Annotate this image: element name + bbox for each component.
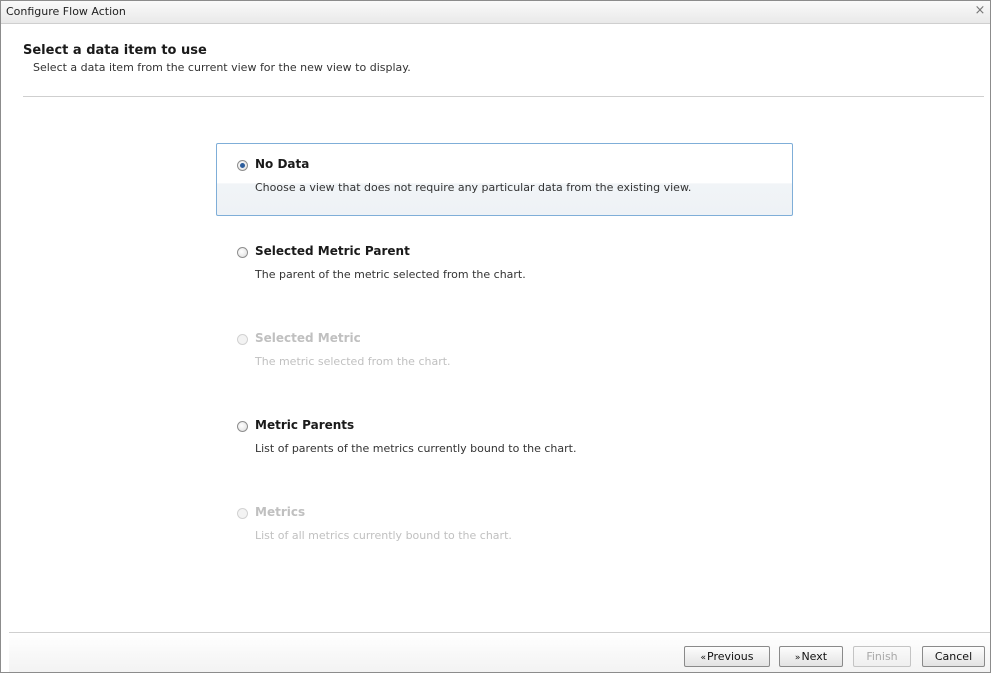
next-arrow-icon: » <box>794 653 801 663</box>
next-button-label: Next <box>801 650 828 663</box>
option-description: List of parents of the metrics currently… <box>255 442 577 455</box>
button-bar: «Previous »Next Finish Cancel <box>9 632 990 672</box>
option-label: Metrics <box>255 505 306 519</box>
close-icon[interactable]: × <box>972 3 988 19</box>
previous-button[interactable]: «Previous <box>684 646 770 667</box>
next-button[interactable]: »Next <box>779 646 843 667</box>
data-item-options: No Data Choose a view that does not requ… <box>216 143 793 578</box>
option-metric-parents[interactable]: Metric Parents List of parents of the me… <box>216 404 793 477</box>
previous-button-label: Previous <box>707 650 754 663</box>
option-description: The metric selected from the chart. <box>255 355 451 368</box>
option-description: List of all metrics currently bound to t… <box>255 529 512 542</box>
title-bar: Configure Flow Action × <box>1 1 990 24</box>
page-subtitle: Select a data item from the current view… <box>33 61 411 74</box>
configure-flow-action-dialog: Configure Flow Action × Select a data it… <box>0 0 991 673</box>
header-divider <box>23 96 984 97</box>
radio-metric-parents[interactable] <box>237 421 248 432</box>
wizard-header: Select a data item to use Select a data … <box>23 43 982 74</box>
radio-selected-metric <box>237 334 248 345</box>
cancel-button[interactable]: Cancel <box>922 646 985 667</box>
option-label: Metric Parents <box>255 418 355 432</box>
option-no-data[interactable]: No Data Choose a view that does not requ… <box>216 143 793 216</box>
finish-button: Finish <box>853 646 911 667</box>
option-selected-metric-parent[interactable]: Selected Metric Parent The parent of the… <box>216 230 793 303</box>
page-title: Select a data item to use <box>23 43 207 58</box>
radio-no-data[interactable] <box>237 160 248 171</box>
radio-metrics <box>237 508 248 519</box>
option-description: Choose a view that does not require any … <box>255 181 692 194</box>
previous-arrow-icon: « <box>700 653 706 663</box>
option-label: Selected Metric <box>255 331 361 345</box>
option-metrics: Metrics List of all metrics currently bo… <box>216 491 793 564</box>
radio-selected-metric-parent[interactable] <box>237 247 248 258</box>
option-label: Selected Metric Parent <box>255 244 410 258</box>
option-selected-metric: Selected Metric The metric selected from… <box>216 317 793 390</box>
option-label: No Data <box>255 157 310 171</box>
option-description: The parent of the metric selected from t… <box>255 268 526 281</box>
window-title: Configure Flow Action <box>6 5 126 18</box>
